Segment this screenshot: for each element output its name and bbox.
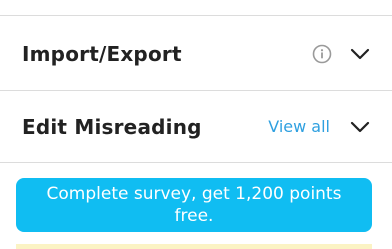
import-export-row[interactable]: Import/Export [0,17,392,91]
import-export-title: Import/Export [22,41,182,66]
edit-misreading-row[interactable]: Edit Misreading View all [0,91,392,163]
chevron-down-icon[interactable] [350,120,370,134]
top-divider [0,0,392,16]
chevron-down-icon[interactable] [350,47,370,61]
next-card-strip [16,244,372,249]
edit-misreading-title: Edit Misreading [22,114,202,139]
info-icon[interactable] [312,44,332,64]
view-all-link[interactable]: View all [268,117,330,136]
survey-banner-button[interactable]: Complete survey, get 1,200 points free. [16,178,372,232]
survey-banner-text: Complete survey, get 1,200 points free. [46,184,342,226]
